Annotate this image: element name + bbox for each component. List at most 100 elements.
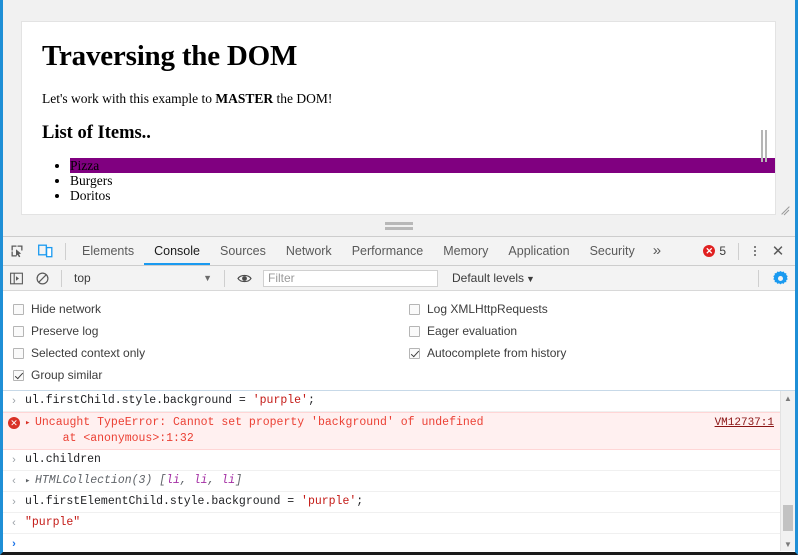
console-toolbar: top ▼ Default levels▼ [3,266,795,291]
error-count-label: 5 [719,244,726,258]
checkbox-icon[interactable] [13,304,24,315]
error-count-badge[interactable]: ✕ 5 [697,244,732,258]
setting-group-similar[interactable]: Group similar [13,364,145,386]
console-scrollbar[interactable]: ▲ ▼ [780,391,795,551]
live-expression-eye-icon[interactable] [231,266,257,290]
devtools-tabbar: Elements Console Sources Network Perform… [3,237,795,266]
chevron-down-icon: ▼ [526,274,535,284]
setting-selected-context-only[interactable]: Selected context only [13,342,145,364]
tab-memory[interactable]: Memory [433,237,498,265]
more-tabs-icon[interactable]: » [645,237,669,265]
input-prompt-icon: › [3,536,25,551]
setting-log-xmlhttprequests[interactable]: Log XMLHttpRequests [409,298,566,320]
tab-elements[interactable]: Elements [72,237,144,265]
setting-label: Selected context only [31,346,145,360]
scroll-down-icon[interactable]: ▼ [781,537,795,551]
toolbar-divider [738,243,739,260]
console-message-list: ›ul.firstChild.style.background = 'purpl… [3,391,780,551]
splitter-handle-icon [385,227,413,230]
browser-window: Traversing the DOM Let's work with this … [0,0,798,555]
tab-network[interactable]: Network [276,237,342,265]
chevron-down-icon: ▼ [203,273,212,283]
console-input-row[interactable]: ›ul.firstChild.style.background = 'purpl… [3,391,780,412]
console-settings-icon[interactable] [765,266,795,290]
tab-application[interactable]: Application [498,237,579,265]
console-message-text: HTMLCollection(3) [li, li, li] [35,473,242,489]
device-toolbar-icon[interactable] [31,237,59,265]
execution-context-value: top [74,271,91,285]
output-arrow-icon: ‹ [3,515,25,531]
setting-eager-evaluation[interactable]: Eager evaluation [409,320,566,342]
settings-right-column: Log XMLHttpRequests Eager evaluation Aut… [409,298,566,364]
settings-left-column: Hide network Preserve log Selected conte… [13,298,145,386]
tab-console[interactable]: Console [144,237,210,265]
toolbar-divider [61,270,62,287]
checkbox-icon[interactable] [409,326,420,337]
input-prompt-icon: › [3,393,25,409]
setting-preserve-log[interactable]: Preserve log [13,320,145,342]
console-output-area: ›ul.firstChild.style.background = 'purpl… [3,391,795,551]
toolbar-divider [65,243,66,260]
page-title: Traversing the DOM [42,40,775,73]
page-scrollbar[interactable] [760,130,769,162]
page-paragraph: Let's work with this example to MASTER t… [42,91,775,107]
page-viewport: Traversing the DOM Let's work with this … [3,0,795,238]
toolbar-divider [758,270,759,287]
console-sidebar-icon[interactable] [3,266,29,290]
log-levels-select[interactable]: Default levels▼ [452,271,535,285]
expand-triangle-icon[interactable]: ▸ [25,473,35,489]
checkbox-checked-icon[interactable] [409,348,420,359]
list-item: Doritos [70,188,775,203]
setting-label: Hide network [31,302,101,316]
error-circle-icon: ✕ [703,245,715,257]
setting-label: Log XMLHttpRequests [427,302,548,316]
tab-sources[interactable]: Sources [210,237,276,265]
list-item: Burgers [70,173,775,188]
output-arrow-icon: ‹ [3,473,25,489]
page-subheading: List of Items.. [42,123,775,144]
list-item: Pizza [70,158,776,173]
inspect-element-icon[interactable] [3,237,31,265]
item-list: Pizza Burgers Doritos [42,158,775,203]
console-message-text: ul.firstElementChild.style.background = … [25,494,363,510]
setting-label: Eager evaluation [427,324,517,338]
checkbox-checked-icon[interactable] [13,370,24,381]
scroll-up-icon[interactable]: ▲ [781,391,795,405]
setting-autocomplete-from-history[interactable]: Autocomplete from history [409,342,566,364]
console-message-text: ul.children [25,452,101,468]
expand-triangle-icon[interactable]: ▸ [25,415,35,431]
tab-security[interactable]: Security [580,237,645,265]
console-message-text: Uncaught TypeError: Cannot set property … [35,415,484,447]
tab-performance[interactable]: Performance [342,237,434,265]
input-prompt-icon: › [3,452,25,468]
log-levels-label: Default levels [452,271,524,285]
console-message-text: ul.firstChild.style.background = 'purple… [25,393,315,409]
setting-label: Autocomplete from history [427,346,566,360]
more-options-icon[interactable] [745,238,765,264]
setting-hide-network[interactable]: Hide network [13,298,145,320]
checkbox-icon[interactable] [13,348,24,359]
panel-splitter[interactable] [3,216,795,236]
console-output-row[interactable]: ‹▸HTMLCollection(3) [li, li, li] [3,471,780,492]
checkbox-icon[interactable] [13,326,24,337]
source-link[interactable]: VM12737:1 [715,415,774,431]
resize-grip-icon[interactable] [780,202,792,214]
devtools-panel: Elements Console Sources Network Perform… [3,236,795,552]
console-input-row[interactable]: ›ul.firstElementChild.style.background =… [3,492,780,513]
paragraph-text-after: the DOM! [273,91,332,106]
paragraph-text-before: Let's work with this example to [42,91,215,106]
paragraph-bold-word: MASTER [215,91,273,106]
setting-label: Preserve log [31,324,98,338]
filter-input[interactable] [263,270,438,287]
console-input-row[interactable]: ›ul.children [3,450,780,471]
execution-context-select[interactable]: top ▼ [68,267,218,289]
clear-console-icon[interactable] [29,266,55,290]
scrollbar-thumb[interactable] [783,505,793,531]
console-prompt-row[interactable]: › [3,534,780,551]
checkbox-icon[interactable] [409,304,420,315]
console-error-row[interactable]: ✕▸Uncaught TypeError: Cannot set propert… [3,412,780,450]
console-output-row[interactable]: ‹"purple" [3,513,780,534]
page-content: Traversing the DOM Let's work with this … [22,22,775,203]
toolbar-divider [224,270,225,287]
close-devtools-icon[interactable]: ✕ [765,238,791,264]
